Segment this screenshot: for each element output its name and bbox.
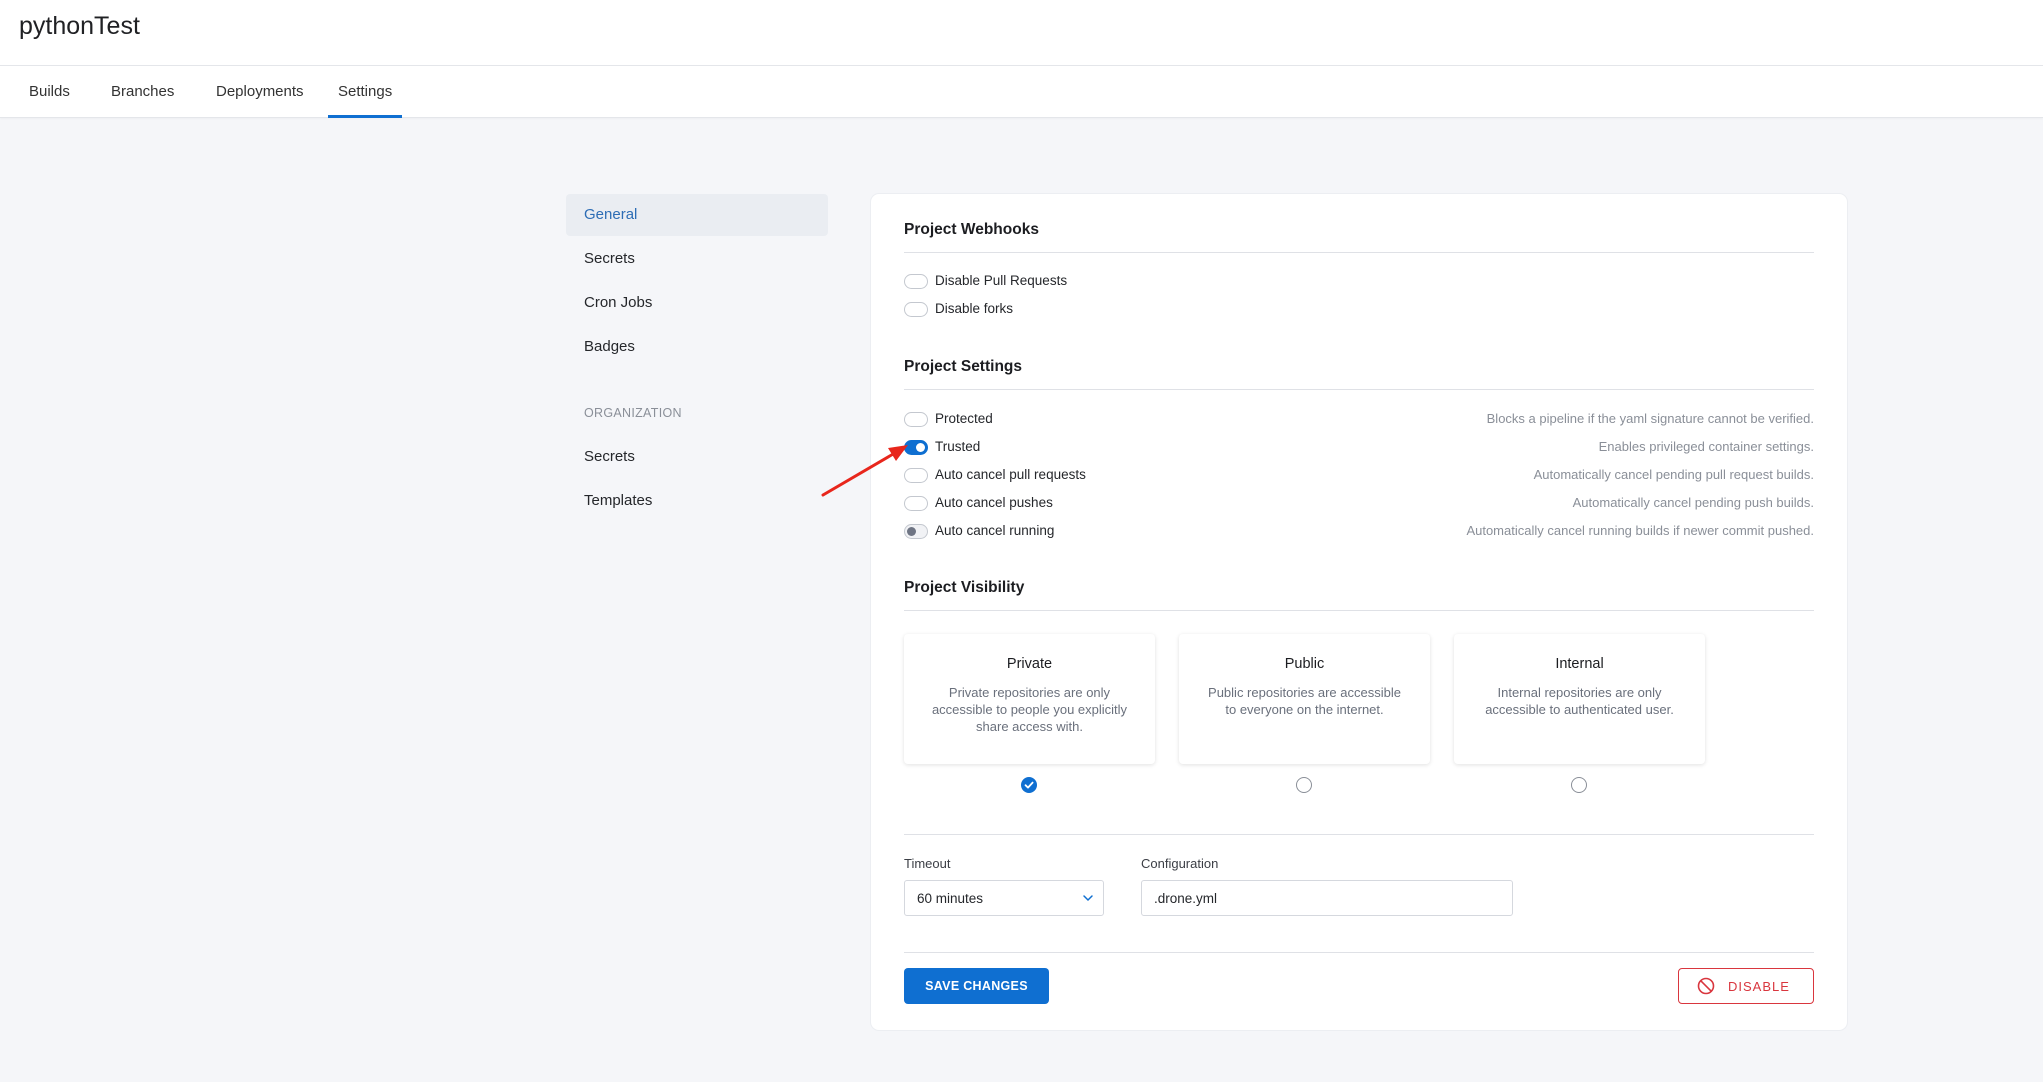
- option-label: Trusted: [935, 439, 981, 454]
- sidebar-item-org-secrets[interactable]: Secrets: [566, 436, 828, 478]
- option-protected: Protected Blocks a pipeline if the yaml …: [904, 409, 1814, 433]
- option-description: Blocks a pipeline if the yaml signature …: [1486, 411, 1814, 426]
- option-description: Enables privileged container settings.: [1598, 439, 1814, 454]
- option-disable-forks: Disable forks: [904, 299, 1814, 323]
- visibility-radio-public[interactable]: [1296, 777, 1312, 793]
- visibility-description: Public repositories are accessible to ev…: [1208, 685, 1401, 717]
- sidebar-item-secrets[interactable]: Secrets: [566, 238, 828, 280]
- tab-deployments[interactable]: Deployments: [216, 66, 304, 118]
- option-description: Automatically cancel pending push builds…: [1572, 495, 1814, 510]
- option-label: Auto cancel pushes: [935, 495, 1053, 510]
- option-description: Automatically cancel running builds if n…: [1466, 523, 1814, 538]
- visibility-title: Private: [1006, 656, 1053, 672]
- repo-tabs: Builds Branches Deployments Settings: [0, 66, 2043, 118]
- option-auto-cancel-pull-requests: Auto cancel pull requests Automatically …: [904, 465, 1814, 489]
- checkmark-icon: [1024, 781, 1034, 789]
- divider: [904, 952, 1814, 953]
- auto-cancel-running-toggle[interactable]: [904, 524, 928, 539]
- visibility-title: Public: [1284, 656, 1325, 672]
- divider: [904, 389, 1814, 390]
- configuration-input[interactable]: [1141, 880, 1513, 916]
- annotation-arrow-icon: [821, 445, 908, 497]
- option-label: Protected: [935, 411, 993, 426]
- visibility-description: Private repositories are only accessible…: [931, 685, 1128, 734]
- settings-card: Project Webhooks Disable Pull Requests D…: [871, 194, 1847, 1030]
- timeout-label: Timeout: [904, 856, 951, 871]
- option-disable-pull-requests: Disable Pull Requests: [904, 271, 1814, 295]
- chevron-down-icon: [1083, 895, 1093, 902]
- visibility-description: Internal repositories are only accessibl…: [1485, 685, 1674, 717]
- option-description: Automatically cancel pending pull reques…: [1533, 467, 1814, 482]
- sidebar-item-badges[interactable]: Badges: [566, 326, 828, 368]
- divider: [904, 252, 1814, 253]
- timeout-value: 60 minutes: [917, 891, 984, 906]
- disable-button[interactable]: DISABLE: [1678, 968, 1814, 1004]
- sidebar-item-templates[interactable]: Templates: [566, 480, 828, 522]
- repo-title: pythonTest: [19, 12, 140, 40]
- sidebar-item-general[interactable]: General: [566, 194, 828, 236]
- section-title-webhooks: Project Webhooks: [904, 221, 1039, 238]
- repo-header: pythonTest: [0, 0, 2043, 66]
- divider: [904, 610, 1814, 611]
- divider: [904, 834, 1814, 835]
- sidebar-section-organization: ORGANIZATION: [584, 406, 682, 420]
- option-label: Disable forks: [935, 301, 1014, 316]
- disable-pull-requests-toggle[interactable]: [904, 274, 928, 289]
- visibility-radio-internal[interactable]: [1571, 777, 1587, 793]
- visibility-radio-private[interactable]: [1021, 777, 1037, 793]
- sidebar-item-cron-jobs[interactable]: Cron Jobs: [566, 282, 828, 324]
- ban-icon: [1697, 977, 1715, 995]
- save-changes-button[interactable]: SAVE CHANGES: [904, 968, 1049, 1004]
- tab-builds[interactable]: Builds: [29, 66, 70, 118]
- tab-branches[interactable]: Branches: [111, 66, 174, 118]
- timeout-select[interactable]: 60 minutes: [904, 880, 1104, 916]
- tab-settings[interactable]: Settings: [328, 66, 403, 118]
- protected-toggle[interactable]: [904, 412, 928, 427]
- visibility-card-private[interactable]: Private Private repositories are only ac…: [904, 634, 1155, 764]
- visibility-card-public[interactable]: Public Public repositories are accessibl…: [1179, 634, 1430, 764]
- option-label: Auto cancel pull requests: [935, 467, 1086, 482]
- option-label: Auto cancel running: [935, 523, 1055, 538]
- disable-forks-toggle[interactable]: [904, 302, 928, 317]
- option-trusted: Trusted Enables privileged container set…: [904, 437, 1814, 461]
- disable-label: DISABLE: [1728, 979, 1790, 994]
- section-title-visibility: Project Visibility: [904, 579, 1025, 596]
- option-auto-cancel-running: Auto cancel running Automatically cancel…: [904, 521, 1814, 545]
- section-title-project-settings: Project Settings: [904, 358, 1022, 375]
- visibility-title: Internal: [1555, 656, 1604, 672]
- option-auto-cancel-pushes: Auto cancel pushes Automatically cancel …: [904, 493, 1814, 517]
- configuration-label: Configuration: [1141, 856, 1219, 871]
- visibility-card-internal[interactable]: Internal Internal repositories are only …: [1454, 634, 1705, 764]
- option-label: Disable Pull Requests: [935, 273, 1068, 288]
